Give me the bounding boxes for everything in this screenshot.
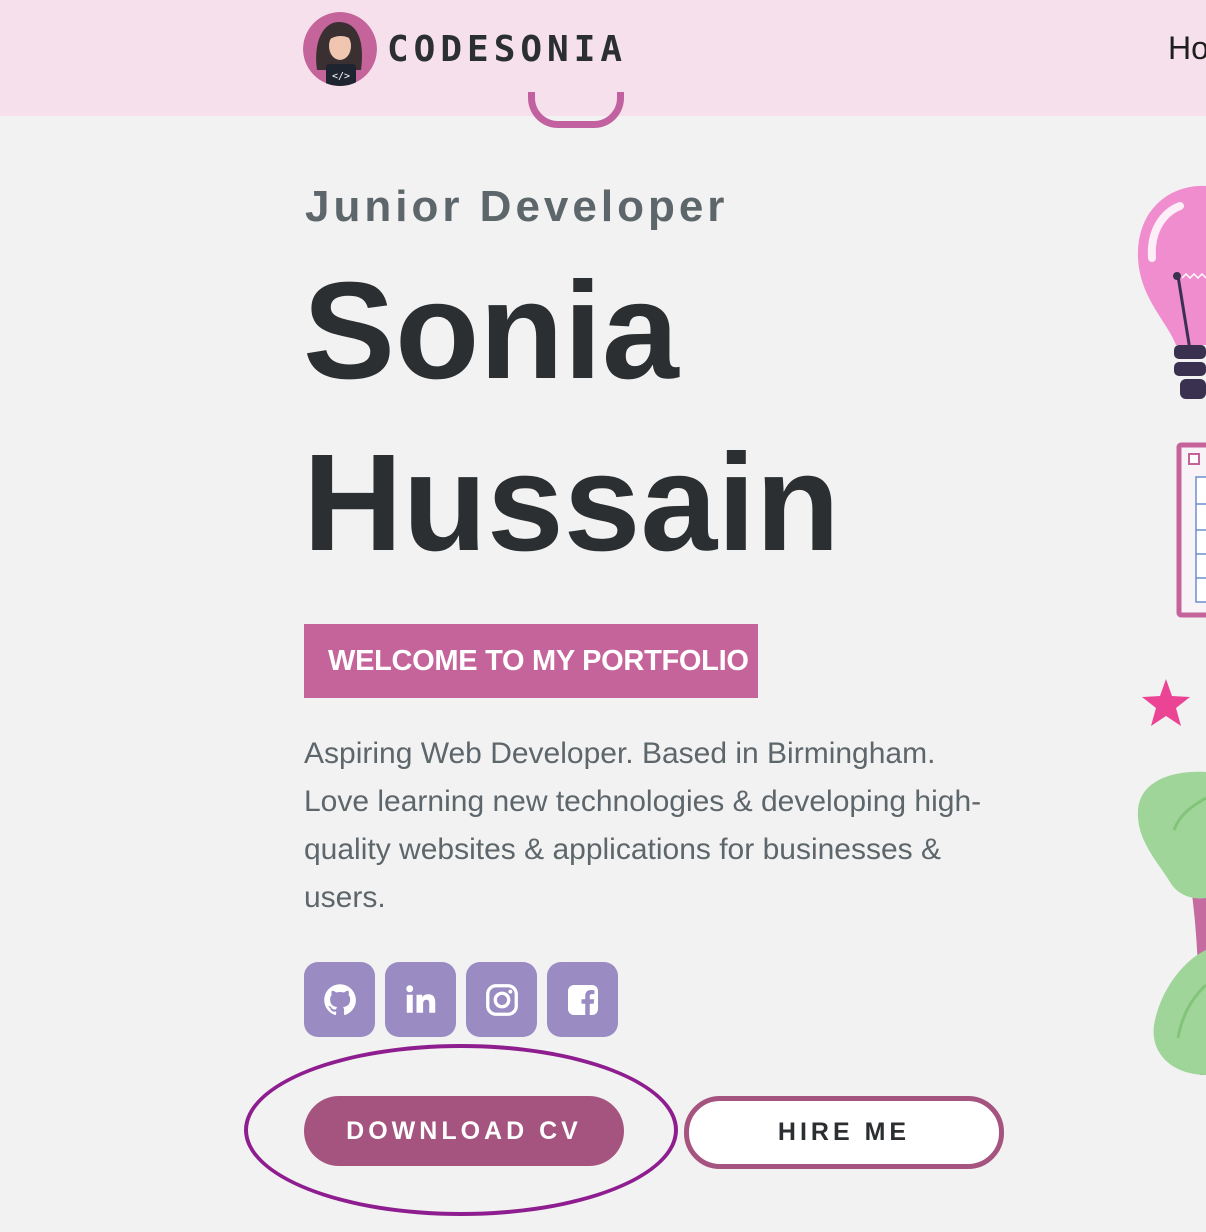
brand-name: CODESONIA	[387, 28, 628, 70]
facebook-icon	[567, 984, 598, 1015]
hero-bio: Aspiring Web Developer. Based in Birming…	[304, 737, 982, 914]
welcome-banner: WELCOME TO MY PORTFOLIO	[304, 624, 758, 698]
hero-name-last: Hussain	[303, 426, 840, 580]
instagram-icon	[485, 983, 518, 1016]
hire-me-button[interactable]: HIRE ME	[684, 1096, 1004, 1169]
github-icon	[323, 983, 356, 1015]
lightbulb-illustration	[1137, 185, 1206, 399]
hero-name-first: Sonia	[303, 254, 679, 408]
logo[interactable]: </> CODESONIA	[303, 12, 627, 86]
star-icon	[1142, 679, 1190, 726]
download-cv-button[interactable]: DOWNLOAD CV	[304, 1096, 624, 1166]
github-button[interactable]	[304, 962, 375, 1037]
logo-avatar-icon: </>	[303, 12, 377, 86]
document-illustration	[1176, 442, 1206, 618]
hero-subtitle: Junior Developer	[305, 182, 729, 231]
plant-illustration	[1137, 771, 1206, 1075]
social-links	[304, 962, 618, 1037]
linkedin-icon	[405, 984, 435, 1013]
svg-text:</>: </>	[332, 71, 350, 82]
nav-link-home[interactable]: Ho	[1168, 30, 1206, 67]
facebook-button[interactable]	[547, 962, 618, 1037]
linkedin-button[interactable]	[385, 962, 456, 1037]
decorative-shape	[528, 92, 624, 128]
instagram-button[interactable]	[466, 962, 537, 1037]
